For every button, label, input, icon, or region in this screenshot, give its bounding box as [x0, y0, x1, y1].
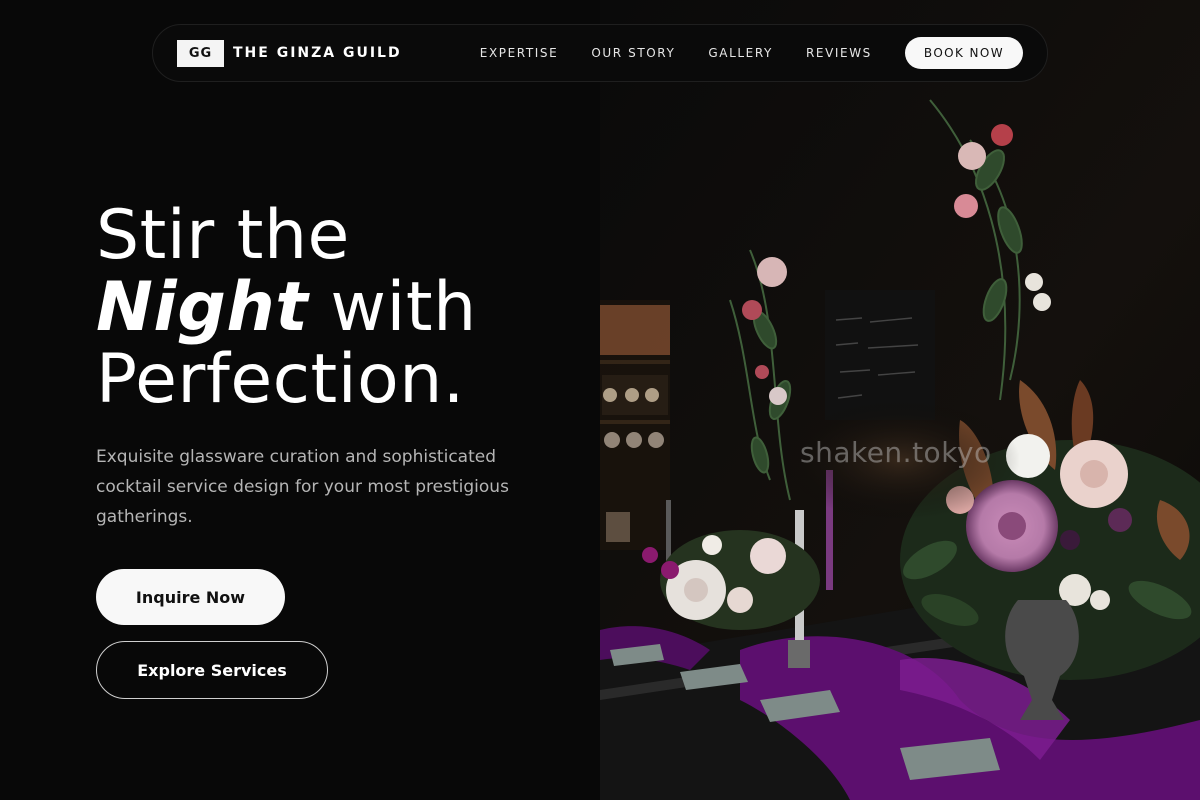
hero-content: Stir the Night with Perfection. Exquisit… [96, 0, 576, 800]
headline-line-3: Perfection. [96, 340, 465, 419]
top-navbar: GG THE GINZA GUILD EXPERTISE OUR STORY G… [152, 24, 1048, 82]
nav-links: EXPERTISE OUR STORY GALLERY REVIEWS [480, 46, 872, 60]
hero-subtitle: Exquisite glassware curation and sophist… [96, 447, 509, 527]
bar-shelves [600, 300, 670, 550]
book-now-button[interactable]: BOOK NOW [904, 37, 1023, 69]
nav-link-our-story[interactable]: OUR STORY [591, 46, 675, 60]
explore-services-button[interactable]: Explore Services [96, 641, 328, 699]
chalkboard-menu [825, 290, 935, 420]
headline-accent: Night [96, 268, 309, 347]
nav-link-expertise[interactable]: EXPERTISE [480, 46, 559, 60]
headline-line-1: Stir the [96, 196, 350, 275]
brand-logo[interactable]: GG THE GINZA GUILD [177, 39, 402, 67]
brand-mark: GG [177, 39, 224, 67]
headline-line-2: with [308, 268, 477, 347]
hero-headline: Stir the Night with Perfection. [96, 200, 477, 416]
inquire-now-button[interactable]: Inquire Now [96, 569, 285, 625]
floral-table-illustration [600, 0, 1200, 800]
nav-link-gallery[interactable]: GALLERY [708, 46, 773, 60]
hero-photo: shaken.tokyo [600, 0, 1200, 800]
nav-link-reviews[interactable]: REVIEWS [806, 46, 872, 60]
image-watermark: shaken.tokyo [800, 436, 992, 469]
brand-name: THE GINZA GUILD [233, 45, 402, 61]
